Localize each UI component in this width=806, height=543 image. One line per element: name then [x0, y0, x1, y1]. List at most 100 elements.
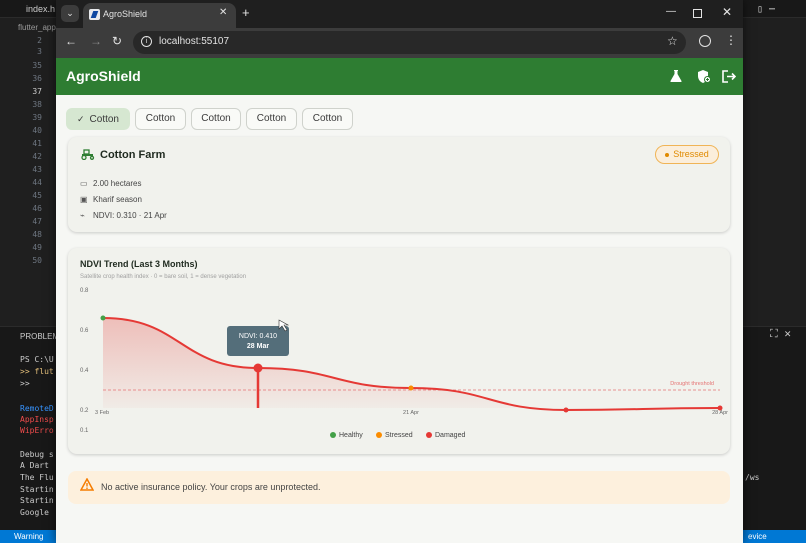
data-point [408, 385, 414, 391]
farm-chip[interactable]: Cotton [191, 108, 241, 130]
site-info-icon[interactable]: i [141, 36, 152, 47]
line-number: 47 [32, 217, 42, 226]
line-number: 3 [37, 47, 42, 56]
ndvi-chart-card: NDVI Trend (Last 3 Months) Satellite cro… [68, 248, 730, 454]
tab-search-icon[interactable]: ⌄ [61, 5, 79, 22]
line-number: 37 [32, 87, 42, 96]
tooltip-date: 28 Mar [247, 343, 269, 350]
minimize-icon[interactable]: — [666, 6, 676, 17]
data-point [563, 407, 569, 413]
line-number: 50 [32, 256, 42, 265]
legend-item: Damaged [426, 432, 465, 439]
farm-card[interactable]: Cotton Farm Stressed ▭ 2.00 hectares ▣ Kha… [68, 137, 730, 232]
close-tab-icon[interactable]: ✕ [219, 7, 227, 18]
threshold-label: Drought threshold [670, 381, 714, 387]
legend-label: Stressed [385, 432, 413, 439]
browser-tab-strip: ⌄ AgroShield ✕ + — ✕ [56, 0, 743, 28]
insurance-alert: No active insurance policy. Your crops a… [68, 471, 730, 504]
vscode-breadcrumb[interactable]: flutter_app [18, 23, 56, 32]
ruler-icon: ▭ [80, 179, 88, 188]
profile-icon[interactable] [699, 35, 711, 47]
window-close-icon[interactable]: ✕ [722, 5, 732, 19]
tab-title: AgroShield [103, 9, 148, 19]
farm-chip[interactable]: Cotton [135, 108, 186, 130]
data-point [253, 363, 263, 373]
y-tick-label: 0.1 [80, 428, 89, 434]
address-bar[interactable]: i localhost:55107 ☆ [133, 31, 686, 54]
reload-icon[interactable]: ↻ [112, 35, 122, 47]
browser-menu-icon[interactable]: ⋮ [725, 34, 737, 46]
line-number: 39 [32, 113, 42, 122]
shield-add-icon[interactable] [697, 70, 711, 85]
terminal-line: AppInsp [20, 415, 54, 424]
farm-ndvi-row: ⌁ NDVI: 0.310 · 21 Apr [80, 211, 167, 220]
x-tick-label: 3 Feb [95, 410, 109, 416]
terminal-line: WipErro [20, 426, 54, 435]
flask-icon[interactable] [670, 70, 682, 84]
new-tab-icon[interactable]: + [242, 5, 250, 20]
status-device[interactable]: evice [742, 530, 806, 543]
line-number: 45 [32, 191, 42, 200]
terminal-line: Startin [20, 485, 54, 494]
forward-icon[interactable]: → [90, 35, 102, 47]
ndvi-line-chart[interactable]: 0.8 0.6 0.4 0.2 0.1 3 Feb 21 Apr 28 Apr Drought … [68, 248, 730, 454]
app-content: ✓ Cotton Cotton Cotton Cotton Cotton Cott… [56, 95, 743, 543]
terminal-line: >> flut [20, 367, 54, 376]
terminal-line: Startin [20, 496, 54, 505]
tooltip-box [227, 326, 289, 356]
line-number: 49 [32, 243, 42, 252]
terminal-line: The Flu [20, 473, 54, 482]
line-number: 41 [32, 139, 42, 148]
farm-ndvi: NDVI: 0.310 · 21 Apr [93, 211, 167, 220]
farm-season: Kharif season [93, 195, 142, 204]
browser-toolbar: ← → ↻ i localhost:55107 ☆ ⋮ [56, 28, 743, 58]
back-icon[interactable]: ← [65, 35, 77, 47]
line-number: 46 [32, 204, 42, 213]
y-tick-label: 0.6 [80, 328, 89, 334]
y-tick-label: 0.4 [80, 368, 89, 374]
line-number: 42 [32, 152, 42, 161]
browser-window: ⌄ AgroShield ✕ + — ✕ ← → ↻ i localhost:5… [56, 0, 743, 543]
terminal-line: RemoteD [20, 404, 54, 413]
line-number: 44 [32, 178, 42, 187]
terminal-line: PS C:\U [20, 355, 54, 364]
status-badge: Stressed [655, 145, 719, 164]
terminal-line: Debug s [20, 450, 54, 459]
calendar-icon: ▣ [80, 195, 88, 204]
vscode-file-tab[interactable]: index.h [26, 4, 55, 14]
line-number: 40 [32, 126, 42, 135]
satellite-icon: ⌁ [80, 211, 85, 220]
tractor-icon [80, 149, 95, 163]
browser-tab[interactable]: AgroShield ✕ [83, 3, 236, 28]
farm-area: 2.00 hectares [93, 179, 142, 188]
tooltip-value: NDVI: 0.410 [239, 333, 277, 340]
legend-dot [376, 432, 382, 439]
logout-icon[interactable] [722, 70, 737, 85]
line-number: 48 [32, 230, 42, 239]
chip-label: Cotton [89, 114, 119, 125]
status-dot-icon [665, 152, 670, 157]
farm-chip[interactable]: Cotton [302, 108, 353, 130]
legend-label: Healthy [339, 432, 363, 439]
alert-message: No active insurance policy. Your crops a… [101, 482, 321, 492]
line-number: 36 [32, 74, 42, 83]
data-point [100, 315, 106, 321]
app-bar: AgroShield [56, 58, 743, 95]
line-number: 2 [37, 36, 42, 45]
y-tick-label: 0.2 [80, 408, 89, 414]
terminal-line: /ws [745, 473, 760, 482]
legend-label: Damaged [435, 432, 466, 439]
farm-chip[interactable]: Cotton [246, 108, 297, 130]
maximize-icon[interactable] [693, 9, 702, 18]
chip-label: Cotton [256, 113, 287, 124]
app-title: AgroShield [66, 68, 141, 84]
url-text[interactable]: localhost:55107 [159, 36, 229, 47]
split-editor-icon[interactable]: ▯ ⋯ [757, 4, 775, 15]
status-warning[interactable]: Warning [0, 530, 56, 543]
terminal-line: A Dart [20, 461, 49, 470]
panel-controls-icon[interactable]: ⛶ ✕ [770, 327, 791, 341]
chip-label: Cotton [201, 113, 231, 124]
bookmark-star-icon[interactable]: ☆ [667, 34, 678, 48]
farm-season-row: ▣ Kharif season [80, 195, 142, 204]
farm-chip[interactable]: ✓ Cotton [66, 108, 130, 130]
